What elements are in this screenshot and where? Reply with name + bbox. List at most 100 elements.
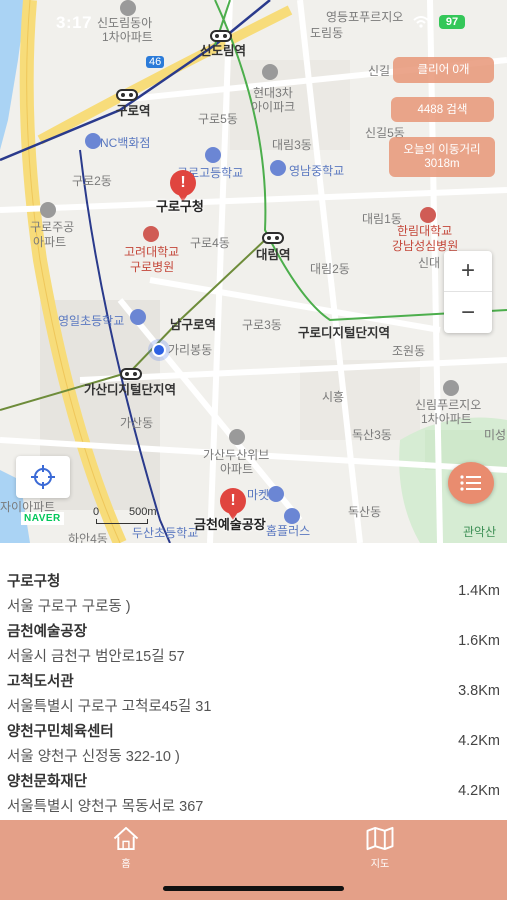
map-view[interactable]: 3:17 97 신도림동아 1차아파트 영등포푸르지오 도림동 신도림역 46 … (0, 0, 507, 543)
map-label: 구로역 (116, 104, 151, 118)
zoom-control: + − (444, 251, 492, 333)
tab-home[interactable]: 홈 (96, 826, 156, 870)
map-label: 남구로역 (170, 318, 217, 332)
battery-icon: 97 (439, 15, 465, 29)
map-label: 구로4동 (190, 236, 230, 250)
marker-icon[interactable]: ! (170, 170, 196, 202)
map-label: 독산동 (348, 505, 382, 519)
place-name: 양천구민체육센터 (7, 724, 114, 740)
map-label: 관악산 (463, 525, 497, 539)
poi-icon (130, 309, 146, 325)
home-indicator (163, 886, 344, 891)
current-location-icon (148, 339, 170, 361)
station-icon (116, 89, 138, 101)
crosshair-icon (31, 465, 55, 489)
map-label: 조원동 (392, 344, 426, 358)
station-icon (262, 232, 284, 244)
map-label: 대림역 (256, 248, 291, 262)
place-distance: 4.2Km (458, 783, 500, 799)
poi-icon (85, 133, 101, 149)
tab-map[interactable]: 지도 (350, 826, 410, 870)
poi-icon (143, 226, 159, 242)
poi-icon (262, 64, 278, 80)
poi-icon (40, 202, 56, 218)
home-icon (113, 826, 139, 851)
map-label: 미성 (484, 428, 507, 442)
list-item[interactable]: 양천문화재단 서울특별시 양천구 목동서로 367 4.2Km (0, 770, 507, 820)
map-label: 가리봉동 (168, 343, 213, 357)
status-time: 3:17 (56, 13, 93, 32)
list-item[interactable]: 고척도서관 서울특별시 구로구 고척로45길 31 3.8Km (0, 670, 507, 720)
search-count-button[interactable]: 4488 검색 (391, 97, 494, 122)
today-distance-title: 오늘의 이동거리 (403, 144, 481, 156)
map-label: 아파트 (220, 462, 254, 476)
list-item[interactable]: 구로구청 서울 구로구 구로동 ) 1.4Km (0, 570, 507, 620)
place-address: 서울특별시 양천구 목동서로 367 (7, 799, 204, 815)
map-label: 홈플러스 (266, 524, 311, 538)
locate-button[interactable] (16, 456, 70, 498)
place-distance: 4.2Km (458, 733, 500, 749)
map-label: 가산동 (120, 416, 154, 430)
map-label: 신대 (418, 256, 441, 270)
station-icon (210, 30, 232, 42)
place-name: 구로구청 (7, 574, 61, 590)
naver-logo: NAVER (21, 512, 64, 525)
status-bar: 3:17 97 (0, 10, 507, 34)
map-label: 아이파크 (251, 100, 296, 114)
poi-icon (284, 508, 300, 524)
marker-label[interactable]: 구로구청 (156, 196, 204, 215)
list-menu-button[interactable] (448, 462, 494, 504)
place-name: 고척도서관 (7, 674, 74, 690)
map-label: 구로병원 (130, 260, 175, 274)
zoom-out-button[interactable]: − (444, 292, 492, 333)
map-label: 구로디지털단지역 (298, 326, 391, 340)
map-label: 가산디지털단지역 (84, 383, 177, 397)
map-label: 도림동 (310, 26, 344, 40)
tab-home-label: 홈 (121, 859, 131, 870)
list-icon (460, 475, 481, 491)
clear-count-label: 클리어 0개 (417, 64, 470, 76)
map-label: 구로2동 (72, 174, 112, 188)
marker-label[interactable]: 금천예술공장 (194, 514, 266, 533)
map-label: 신도림역 (200, 44, 247, 58)
place-address: 서울특별시 구로구 고척로45길 31 (7, 699, 212, 715)
place-name: 양천문화재단 (7, 774, 88, 790)
poi-icon (420, 207, 436, 223)
scale-zero: 0 (93, 506, 100, 518)
map-label: 독산3동 (352, 428, 392, 442)
poi-icon (120, 0, 136, 16)
map-label: 하안4동 (68, 532, 108, 543)
place-address: 서울 구로구 구로동 ) (7, 599, 131, 615)
poi-icon (268, 486, 284, 502)
poi-icon (205, 147, 221, 163)
list-item[interactable]: 금천예술공장 서울시 금천구 범안로15길 57 1.6Km (0, 620, 507, 670)
place-list: 구로구청 서울 구로구 구로동 ) 1.4Km 금천예술공장 서울시 금천구 범… (0, 543, 507, 820)
list-item[interactable]: 양천구민체육센터 서울 양천구 신정동 322-10 ) 4.2Km (0, 720, 507, 770)
map-label: 두산초등학교 (132, 526, 199, 540)
map-label: 1차아파트 (421, 412, 472, 426)
map-label: 구로3동 (242, 318, 282, 332)
today-distance-button[interactable]: 오늘의 이동거리 3018m (389, 137, 495, 177)
map-label: 대림1동 (362, 212, 402, 226)
map-label: 영등포푸르지오 (326, 10, 404, 24)
place-address: 서울시 금천구 범안로15길 57 (7, 649, 185, 665)
map-icon (366, 826, 394, 851)
tab-map-label: 지도 (370, 859, 390, 870)
clear-count-button[interactable]: 클리어 0개 (393, 57, 494, 83)
map-label: 마켓 (247, 488, 270, 502)
zoom-in-button[interactable]: + (444, 251, 492, 292)
map-label: 신길 (368, 64, 391, 78)
scale-label: 500m (129, 506, 157, 518)
map-label: 1차아파트 (102, 30, 153, 44)
place-distance: 3.8Km (458, 683, 500, 699)
map-label: 시흥 (322, 390, 345, 404)
poi-icon (270, 160, 286, 176)
place-distance: 1.6Km (458, 633, 500, 649)
map-label: 구로5동 (198, 112, 238, 126)
map-scale: 0 500m (93, 506, 157, 524)
place-name: 금천예술공장 (7, 624, 88, 640)
marker-icon[interactable]: ! (220, 488, 246, 520)
map-label: 영남중학교 (289, 164, 345, 178)
map-label: 46 (146, 56, 165, 68)
map-label: 대림2동 (310, 262, 350, 276)
